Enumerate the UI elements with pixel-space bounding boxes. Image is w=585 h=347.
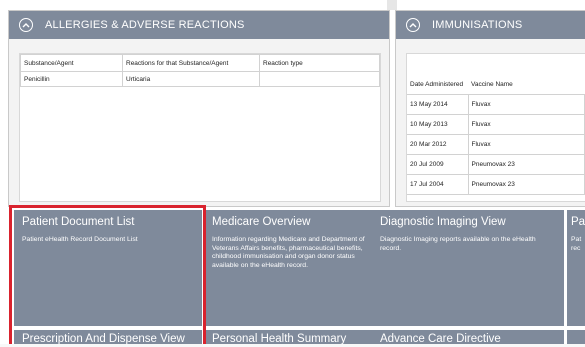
top-strip (0, 0, 585, 10)
table-row: 20 Jul 2009 Pneumovax 23 (407, 154, 585, 175)
table-cell: 20 Jul 2009 (407, 154, 469, 175)
tile-description: Patient eHealth Record Document List (22, 236, 138, 243)
table-cell: Fluvax (468, 94, 585, 115)
table-row: 10 May 2013 Fluvax (407, 114, 585, 135)
table-header-row: Date Administered Vaccine Name (407, 74, 585, 95)
tile-description: Information regarding Medicare and Depar… (212, 236, 365, 269)
tile-partial[interactable]: Pa Pat rec (567, 210, 585, 326)
table-row: 13 May 2014 Fluvax (407, 94, 585, 115)
table-cell: Pneumovax 23 (468, 174, 585, 195)
table-cell: Fluvax (468, 114, 585, 135)
column-header: Reaction type (259, 54, 380, 72)
table-row: 17 Jul 2004 Pneumovax 23 (407, 174, 585, 195)
allergies-table: Substance/Agent Reactions for that Subst… (20, 54, 380, 87)
tile-title: Medicare Overview (212, 216, 311, 228)
table-cell: Urticaria (122, 71, 260, 87)
allergies-table-container: Substance/Agent Reactions for that Subst… (19, 53, 381, 202)
tile-diagnostic-imaging-view[interactable]: Diagnostic Imaging View Diagnostic Imagi… (372, 210, 564, 326)
tile-title: Pa (571, 216, 585, 228)
table-cell: 10 May 2013 (407, 114, 469, 135)
immunisations-title: IMMUNISATIONS (432, 19, 523, 31)
chevron-up-icon[interactable] (19, 18, 33, 32)
table-row: Penicillin Urticaria (20, 71, 380, 87)
column-header: Reactions for that Substance/Agent (122, 54, 260, 72)
table-cell: 17 Jul 2004 (407, 174, 469, 195)
table-cell: Pneumovax 23 (468, 154, 585, 175)
allergies-title: ALLERGIES & ADVERSE REACTIONS (45, 19, 245, 31)
tile-title: Diagnostic Imaging View (380, 216, 506, 228)
tile-description: Pat rec (571, 236, 582, 252)
immunisations-table: Date Administered Vaccine Name 13 May 20… (407, 74, 585, 195)
column-header: Vaccine Name (468, 74, 585, 95)
immunisations-header[interactable]: IMMUNISATIONS (396, 11, 585, 39)
table-cell: Penicillin (20, 71, 123, 87)
table-cell (259, 71, 380, 87)
chevron-up-icon[interactable] (406, 18, 420, 32)
table-cell: 20 Mar 2012 (407, 134, 469, 155)
tile-patient-document-list[interactable]: Patient Document List Patient eHealth Re… (14, 210, 202, 326)
table-cell: Fluvax (468, 134, 585, 155)
table-row: 20 Mar 2012 Fluvax (407, 134, 585, 155)
column-header: Date Administered (407, 74, 468, 95)
panel-divider (387, 0, 397, 10)
immunisations-table-container: Date Administered Vaccine Name 13 May 20… (406, 53, 585, 202)
allergies-header[interactable]: ALLERGIES & ADVERSE REACTIONS (9, 11, 389, 39)
immunisations-panel: IMMUNISATIONS Date Administered Vaccine … (395, 10, 585, 207)
allergies-panel: ALLERGIES & ADVERSE REACTIONS Substance/… (8, 10, 390, 207)
column-header: Substance/Agent (20, 54, 123, 72)
table-cell: 13 May 2014 (407, 94, 469, 115)
table-header-row: Substance/Agent Reactions for that Subst… (20, 54, 380, 72)
tile-medicare-overview[interactable]: Medicare Overview Information regarding … (204, 210, 382, 326)
tile-description: Diagnostic Imaging reports available on … (380, 236, 536, 252)
tile-title: Patient Document List (22, 216, 135, 228)
